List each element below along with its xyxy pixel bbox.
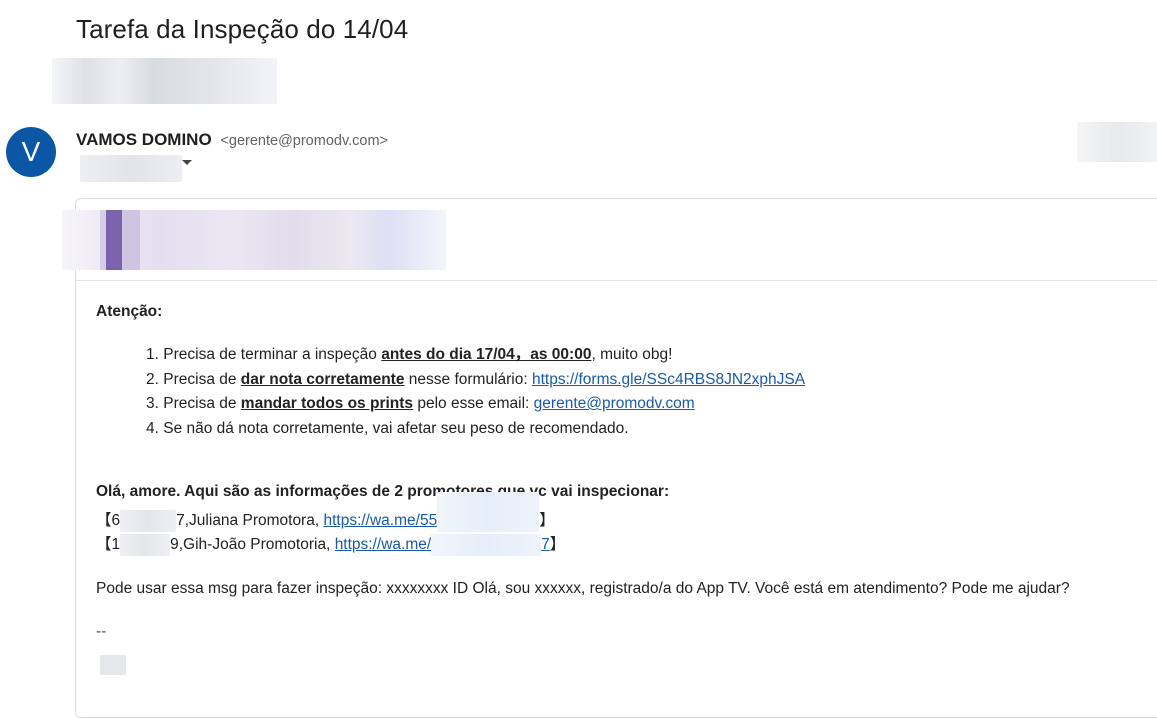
redacted-recipient-details	[80, 155, 182, 182]
redacted-phone	[437, 491, 540, 532]
redacted-id	[120, 509, 177, 532]
divider	[76, 280, 1157, 281]
list-item: 1. Precisa de terminar a inspeção antes …	[146, 346, 673, 363]
whatsapp-link[interactable]: https://wa.me/55	[323, 512, 437, 529]
redacted-id	[120, 533, 171, 556]
redacted-phone	[431, 533, 542, 556]
signature-separator: --	[96, 623, 107, 640]
sender-avatar[interactable]: V	[6, 127, 56, 177]
instructions-list: 1. Precisa de terminar a inspeção antes …	[146, 343, 805, 441]
redacted-recipients-block	[52, 58, 277, 104]
redacted-signature	[100, 655, 126, 675]
redacted-header-image	[62, 210, 446, 270]
promoter-line: 【1 9,Gih-João Promotoria, https://wa.me/7…	[96, 532, 565, 556]
greeting: Olá, amore. Aqui são as informações de 2…	[96, 483, 670, 500]
list-item: 2. Precisa de dar nota corretamente ness…	[146, 370, 806, 388]
sender-line: VAMOS DOMINO <gerente@promodv.com>	[76, 130, 388, 150]
list-item: 3. Precisa de mandar todos os prints pel…	[146, 395, 695, 412]
sender-name[interactable]: VAMOS DOMINO	[76, 130, 212, 149]
details-dropdown-icon[interactable]	[182, 160, 192, 165]
sender-email: <gerente@promodv.com>	[220, 133, 389, 149]
email-body-card	[75, 198, 1157, 718]
whatsapp-link[interactable]: https://wa.me/7	[335, 533, 550, 556]
email-link[interactable]: gerente@promodv.com	[534, 395, 695, 412]
list-item: 4. Se não dá nota corretamente, vai afet…	[146, 419, 629, 437]
inspection-message: Pode usar essa msg para fazer inspeção: …	[96, 580, 1070, 597]
promoter-line: 【6 7,Juliana Promotora, https://wa.me/55】	[96, 491, 555, 532]
email-subject: Tarefa da Inspeção do 14/04	[76, 14, 409, 44]
attention-heading: Atenção:	[96, 303, 163, 320]
redacted-timestamp	[1077, 122, 1157, 162]
form-link[interactable]: https://forms.gle/SSc4RBS8JN2xphJSA	[532, 371, 805, 388]
